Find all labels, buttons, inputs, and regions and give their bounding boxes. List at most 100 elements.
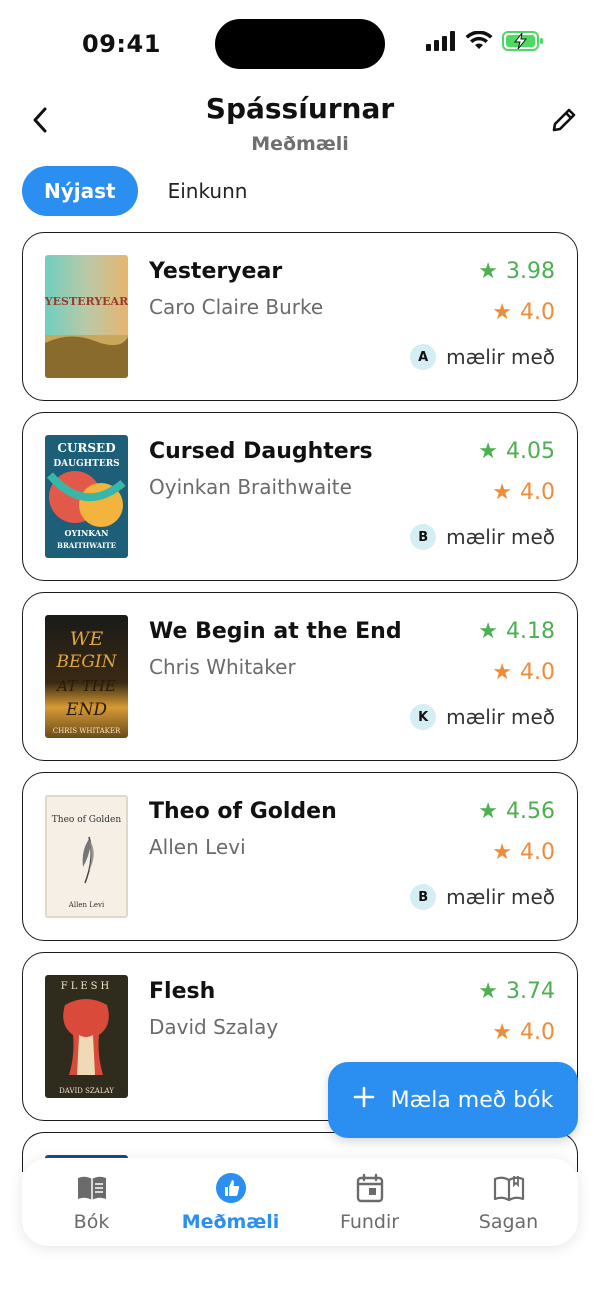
svg-text:BRAITHWAITE: BRAITHWAITE <box>57 541 116 550</box>
svg-text:YESTERYEAR: YESTERYEAR <box>45 295 128 308</box>
svg-text:BEGIN: BEGIN <box>55 652 117 672</box>
recommend-book-label: Mæla með bók <box>390 1087 554 1113</box>
nav-item-recommendations[interactable]: Meðmæli <box>161 1158 300 1246</box>
book-author: Allen Levi <box>149 835 246 859</box>
club-rating: ★ 4.0 <box>492 480 555 505</box>
star-icon: ★ <box>492 660 512 685</box>
goodreads-rating-value: 3.74 <box>506 979 555 1004</box>
book-cover: FLESH DAVID SZALAY <box>45 975 128 1098</box>
nav-label: Sagan <box>478 1211 539 1233</box>
recommended-by: B mælir með <box>410 524 555 550</box>
recommended-by: B mælir með <box>410 884 555 910</box>
plus-icon <box>353 1086 375 1114</box>
goodreads-rating-value: 4.18 <box>506 619 555 644</box>
book-title: Theo of Golden <box>149 799 337 824</box>
book-cover: CURSED DAUGHTERS OYINKAN BRAITHWAITE <box>45 435 128 558</box>
book-card[interactable]: CURSED DAUGHTERS OYINKAN BRAITHWAITE Cur… <box>22 412 578 581</box>
svg-text:Theo of Golden: Theo of Golden <box>52 815 122 825</box>
svg-text:DAUGHTERS: DAUGHTERS <box>53 459 119 469</box>
wifi-icon <box>465 30 493 55</box>
book-card[interactable]: YESTERYEAR Yesteryear Caro Claire Burke … <box>22 232 578 401</box>
recommended-by: K mælir með <box>410 704 555 730</box>
star-icon: ★ <box>478 619 499 644</box>
page-title: Spássíurnar <box>205 92 395 125</box>
nav-label: Meðmæli <box>181 1211 280 1233</box>
svg-text:END: END <box>65 700 107 720</box>
status-icons <box>426 30 544 55</box>
bottom-nav: Bók Meðmæli Fundir Sagan <box>22 1158 578 1246</box>
club-rating: ★ 4.0 <box>492 840 555 865</box>
recommend-label: mælir með <box>446 525 555 549</box>
status-bar: 09:41 <box>0 0 600 90</box>
star-icon: ★ <box>478 799 499 824</box>
star-icon: ★ <box>492 1020 512 1045</box>
goodreads-rating: ★ 4.05 <box>478 439 555 464</box>
book-author: Chris Whitaker <box>149 655 296 679</box>
goodreads-rating: ★ 3.98 <box>478 259 555 284</box>
star-icon: ★ <box>478 979 499 1004</box>
book-title: Cursed Daughters <box>149 439 373 464</box>
header: Spássíurnar Meðmæli <box>0 86 600 166</box>
nav-item-meetings[interactable]: Fundir <box>300 1158 439 1246</box>
book-history-icon <box>492 1171 526 1205</box>
calendar-icon <box>353 1171 387 1205</box>
dynamic-island <box>215 19 385 69</box>
nav-label: Fundir <box>339 1211 400 1233</box>
book-card[interactable]: WE BEGIN AT THE END CHRIS WHITAKER We Be… <box>22 592 578 761</box>
cellular-signal-icon <box>426 31 456 55</box>
book-open-icon <box>75 1171 109 1205</box>
svg-text:WE: WE <box>70 628 104 650</box>
avatar: A <box>410 344 437 370</box>
club-rating-value: 4.0 <box>520 660 555 685</box>
goodreads-rating: ★ 4.18 <box>478 619 555 644</box>
status-time: 09:41 <box>82 30 161 58</box>
book-title: We Begin at the End <box>149 619 402 644</box>
avatar: B <box>410 884 437 910</box>
star-icon: ★ <box>478 259 499 284</box>
pencil-icon <box>550 106 578 138</box>
tab-newest[interactable]: Nýjast <box>22 166 138 216</box>
sort-tabs: Nýjast Einkunn <box>22 166 269 216</box>
recommend-label: mælir með <box>446 885 555 909</box>
star-icon: ★ <box>478 439 499 464</box>
club-rating-value: 4.0 <box>520 1020 555 1045</box>
book-author: David Szalay <box>149 1015 279 1039</box>
star-icon: ★ <box>492 840 512 865</box>
svg-text:DAVID SZALAY: DAVID SZALAY <box>59 1087 114 1095</box>
book-cover: YESTERYEAR <box>45 255 128 378</box>
nav-label: Bók <box>73 1211 110 1233</box>
svg-text:CURSED: CURSED <box>57 441 115 455</box>
svg-text:CHRIS WHITAKER: CHRIS WHITAKER <box>53 727 121 735</box>
book-title: Flesh <box>149 979 216 1004</box>
svg-text:AT THE: AT THE <box>55 677 116 695</box>
club-rating-value: 4.0 <box>520 300 555 325</box>
club-rating: ★ 4.0 <box>492 300 555 325</box>
edit-button[interactable] <box>546 104 582 140</box>
svg-text:FLESH: FLESH <box>61 981 112 992</box>
book-title: Yesteryear <box>149 259 283 284</box>
battery-charging-icon <box>502 31 544 55</box>
svg-text:OYINKAN: OYINKAN <box>65 528 109 538</box>
recommendation-list: YESTERYEAR Yesteryear Caro Claire Burke … <box>22 232 578 1183</box>
star-icon: ★ <box>492 480 512 505</box>
goodreads-rating-value: 3.98 <box>506 259 555 284</box>
nav-item-history[interactable]: Sagan <box>439 1158 578 1246</box>
club-rating: ★ 4.0 <box>492 1020 555 1045</box>
book-card[interactable]: Theo of Golden Allen Levi Theo of Golden… <box>22 772 578 941</box>
recommended-by: A mælir með <box>410 344 555 370</box>
avatar: K <box>410 704 437 730</box>
club-rating: ★ 4.0 <box>492 660 555 685</box>
tab-rating[interactable]: Einkunn <box>146 166 270 216</box>
thumbs-up-icon <box>214 1171 248 1205</box>
goodreads-rating: ★ 4.56 <box>478 799 555 824</box>
star-icon: ★ <box>492 300 512 325</box>
nav-item-book[interactable]: Bók <box>22 1158 161 1246</box>
book-cover: Theo of Golden Allen Levi <box>45 795 128 918</box>
book-author: Oyinkan Braithwaite <box>149 475 352 499</box>
recommend-book-button[interactable]: Mæla með bók <box>328 1062 578 1138</box>
svg-text:Allen Levi: Allen Levi <box>68 901 105 909</box>
recommend-label: mælir með <box>446 345 555 369</box>
club-rating-value: 4.0 <box>520 480 555 505</box>
goodreads-rating-value: 4.56 <box>506 799 555 824</box>
goodreads-rating-value: 4.05 <box>506 439 555 464</box>
